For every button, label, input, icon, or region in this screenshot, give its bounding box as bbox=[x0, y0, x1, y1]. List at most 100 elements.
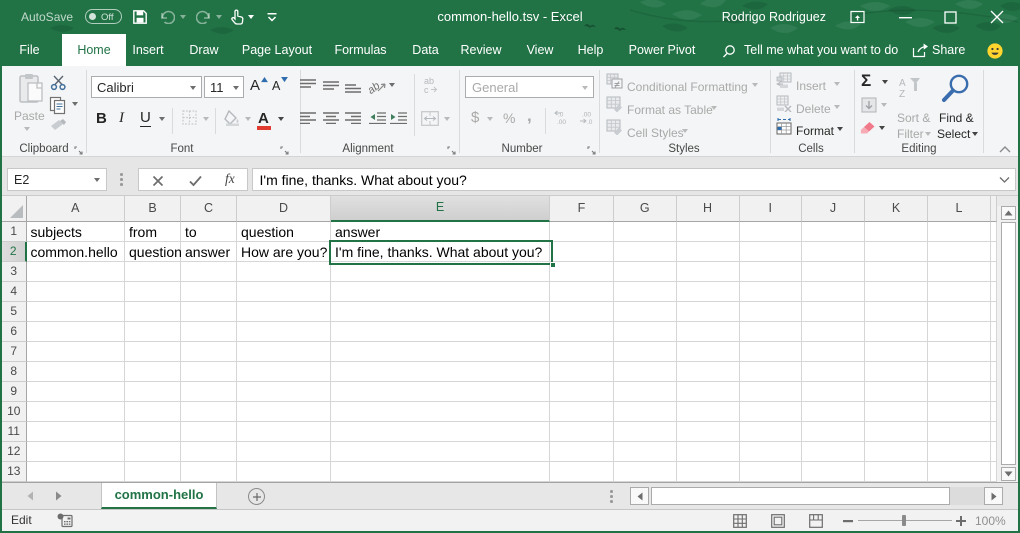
sort-filter-label-line1[interactable]: Sort & bbox=[897, 111, 930, 125]
row-header-7[interactable]: 7 bbox=[2, 342, 27, 362]
column-header-G[interactable]: G bbox=[614, 196, 677, 222]
collapse-ribbon-icon[interactable] bbox=[999, 145, 1011, 153]
increase-decimal-icon[interactable]: .0.00 bbox=[554, 110, 571, 125]
font-color-dropdown-icon[interactable] bbox=[278, 117, 284, 121]
cell-C2[interactable]: answer bbox=[181, 242, 237, 262]
row-header-13[interactable]: 13 bbox=[2, 462, 27, 482]
font-dialog-launcher-icon[interactable] bbox=[280, 146, 289, 155]
maximize-button[interactable] bbox=[935, 0, 965, 34]
format-painter-icon[interactable] bbox=[49, 118, 67, 133]
font-size-combobox[interactable]: 11 bbox=[204, 76, 244, 98]
sheet-tab-common-hello[interactable]: common-hello bbox=[101, 483, 217, 509]
row-header-12[interactable]: 12 bbox=[2, 442, 27, 462]
orientation-icon[interactable]: ab bbox=[369, 78, 387, 95]
name-box[interactable]: E2 bbox=[7, 168, 107, 191]
hscroll-left-button[interactable] bbox=[630, 487, 649, 505]
wrap-text-icon[interactable]: ab c bbox=[424, 76, 440, 95]
column-header-F[interactable]: F bbox=[550, 196, 614, 222]
ribbon-display-options-button[interactable] bbox=[842, 0, 872, 34]
insert-cells-icon[interactable] bbox=[776, 72, 792, 89]
conditional-formatting-button[interactable]: Conditional Formatting bbox=[627, 80, 748, 94]
decrease-decimal-icon[interactable]: .00.0 bbox=[579, 110, 596, 125]
font-color-button[interactable]: A bbox=[258, 110, 269, 127]
format-as-table-dropdown-icon[interactable] bbox=[711, 106, 717, 110]
page-break-preview-icon[interactable] bbox=[809, 514, 823, 528]
tab-power-pivot[interactable]: Power Pivot bbox=[622, 34, 702, 66]
fill-color-dropdown-icon[interactable] bbox=[245, 117, 251, 121]
sheet-nav-left-icon[interactable] bbox=[26, 491, 34, 501]
tab-view[interactable]: View bbox=[516, 34, 564, 66]
horizontal-scroll-thumb[interactable] bbox=[651, 487, 950, 505]
column-header-J[interactable]: J bbox=[802, 196, 865, 222]
new-sheet-button[interactable] bbox=[248, 488, 265, 505]
clear-dropdown-icon[interactable] bbox=[879, 126, 885, 130]
increase-indent-icon[interactable] bbox=[390, 112, 407, 124]
accounting-dropdown-icon[interactable] bbox=[487, 117, 493, 121]
tab-page-layout[interactable]: Page Layout bbox=[238, 34, 316, 66]
decrease-indent-icon[interactable] bbox=[369, 112, 386, 124]
row-header-4[interactable]: 4 bbox=[2, 282, 27, 302]
paste-label[interactable]: Paste bbox=[14, 109, 42, 123]
autosum-dropdown-icon[interactable] bbox=[882, 80, 888, 84]
column-header-I[interactable]: I bbox=[740, 196, 803, 222]
row-header-10[interactable]: 10 bbox=[2, 402, 27, 422]
cell-A1[interactable]: subjects bbox=[27, 222, 126, 242]
user-name[interactable]: Rodrigo Rodriguez bbox=[722, 0, 826, 34]
column-header-K[interactable]: K bbox=[865, 196, 928, 222]
bold-button[interactable]: B bbox=[96, 110, 107, 127]
hscroll-right-button[interactable] bbox=[984, 487, 1003, 505]
scroll-down-button[interactable] bbox=[1001, 467, 1016, 481]
find-select-label-line1[interactable]: Find & bbox=[939, 111, 974, 125]
cell-A2[interactable]: common.hello bbox=[27, 242, 126, 262]
fill-handle[interactable] bbox=[550, 262, 556, 268]
page-layout-view-icon[interactable] bbox=[771, 514, 785, 528]
top-align-icon[interactable] bbox=[300, 79, 316, 91]
autosum-button[interactable]: Σ bbox=[861, 71, 871, 91]
cell-styles-dropdown-icon[interactable] bbox=[682, 129, 688, 133]
accounting-format-button[interactable]: $ bbox=[471, 109, 479, 126]
middle-align-icon[interactable] bbox=[323, 81, 339, 93]
sheet-cells[interactable]: subjectsfromtoquestionanswercommon.hello… bbox=[27, 222, 998, 482]
paste-dropdown-icon[interactable] bbox=[24, 127, 30, 131]
find-select-label-line2[interactable]: Select bbox=[937, 127, 970, 141]
sort-filter-label-line2[interactable]: Filter bbox=[897, 127, 924, 141]
insert-cells-button[interactable]: Insert bbox=[796, 79, 826, 93]
tab-formulas[interactable]: Formulas bbox=[328, 34, 393, 66]
conditional-formatting-dropdown-icon[interactable] bbox=[752, 83, 758, 87]
copy-dropdown-icon[interactable] bbox=[72, 102, 78, 106]
cancel-icon[interactable] bbox=[152, 175, 164, 187]
delete-cells-button[interactable]: Delete bbox=[796, 102, 831, 116]
merge-center-icon[interactable] bbox=[421, 111, 439, 126]
column-header-L[interactable]: L bbox=[928, 196, 991, 222]
format-dropdown-icon[interactable] bbox=[837, 127, 843, 131]
format-as-table-icon[interactable] bbox=[606, 96, 623, 112]
paste-icon[interactable] bbox=[16, 73, 46, 109]
copy-icon[interactable] bbox=[49, 96, 67, 115]
underline-button[interactable]: U bbox=[140, 110, 151, 127]
enter-icon[interactable] bbox=[189, 175, 202, 187]
zoom-slider-handle[interactable] bbox=[902, 515, 906, 526]
macro-recording-icon[interactable] bbox=[57, 513, 73, 528]
tab-review[interactable]: Review bbox=[458, 34, 504, 66]
percent-style-button[interactable]: % bbox=[503, 110, 515, 126]
tab-file[interactable]: File bbox=[8, 34, 51, 66]
sort-filter-icon[interactable]: A Z bbox=[899, 76, 927, 100]
feedback-smiley-icon[interactable] bbox=[987, 43, 1003, 59]
insert-function-icon[interactable]: fx bbox=[225, 171, 235, 187]
row-header-9[interactable]: 9 bbox=[2, 382, 27, 402]
clipboard-dialog-launcher-icon[interactable] bbox=[74, 146, 83, 155]
scroll-up-button[interactable] bbox=[1001, 206, 1016, 220]
row-header-2[interactable]: 2 bbox=[2, 242, 27, 262]
vertical-scroll-thumb[interactable] bbox=[1001, 222, 1016, 465]
find-select-dropdown-icon[interactable] bbox=[972, 132, 978, 136]
column-header-B[interactable]: B bbox=[125, 196, 181, 222]
row-header-6[interactable]: 6 bbox=[2, 322, 27, 342]
align-left-icon[interactable] bbox=[300, 112, 316, 124]
format-cells-button[interactable]: Format bbox=[796, 124, 834, 138]
cell-styles-icon[interactable] bbox=[606, 119, 623, 135]
increase-font-size-button[interactable]: A bbox=[250, 77, 260, 94]
comma-style-button[interactable]: , bbox=[527, 106, 532, 126]
orientation-dropdown-icon[interactable] bbox=[389, 83, 395, 87]
number-dialog-launcher-icon[interactable] bbox=[587, 146, 596, 155]
cell-D1[interactable]: question bbox=[237, 222, 331, 242]
